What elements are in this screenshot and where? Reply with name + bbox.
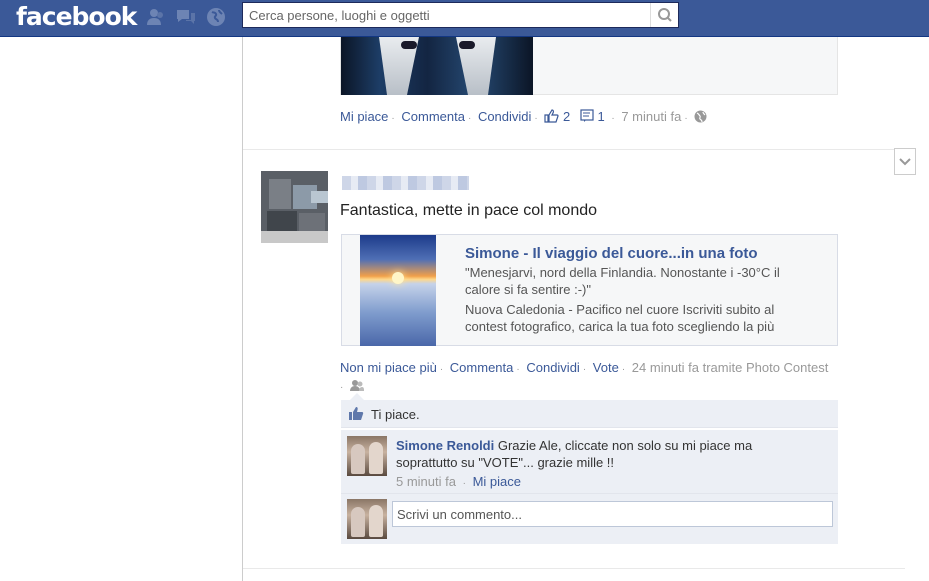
commenter-avatar[interactable]: [347, 436, 387, 476]
left-column: [0, 37, 242, 581]
vote-link[interactable]: Vote: [593, 360, 619, 375]
author-avatar[interactable]: [261, 171, 328, 243]
comments-pointer: [350, 393, 364, 400]
author-name-blurred[interactable]: [342, 176, 469, 190]
comment-body: Simone Renoldi Grazie Ale, cliccate non …: [396, 437, 816, 471]
link-title[interactable]: Simone - Il viaggio del cuore...in una f…: [465, 245, 758, 262]
friends-audience-icon[interactable]: [349, 379, 364, 392]
post-photo[interactable]: [341, 37, 533, 95]
link-caption: Nuova Caledonia - Pacifico nel cuore Isc…: [465, 302, 775, 334]
unlike-link[interactable]: Non mi piace più: [340, 360, 437, 375]
comment-meta: 5 minuti fa · Mi piace: [396, 474, 521, 489]
comment-time[interactable]: 5 minuti fa: [396, 474, 456, 489]
search-box: [242, 2, 679, 28]
search-button[interactable]: [650, 3, 678, 27]
you-like-this-label: Ti piace.: [371, 407, 420, 422]
link-attachment[interactable]: Simone - Il viaggio del cuore...in una f…: [341, 234, 838, 346]
search-input[interactable]: [243, 3, 651, 27]
story-options-button[interactable]: [894, 148, 916, 175]
comment-bubble-icon: [580, 109, 594, 122]
comment-link[interactable]: Commenta: [401, 109, 465, 124]
share-link[interactable]: Condividi: [526, 360, 579, 375]
comment-like-link[interactable]: Mi piace: [473, 474, 521, 489]
likes-sentence: Ti piace.: [341, 400, 838, 428]
comment-link[interactable]: Commenta: [450, 360, 514, 375]
search-icon: [658, 8, 672, 22]
write-comment-input[interactable]: [392, 501, 833, 527]
news-feed: Mi piace · Commenta · Condividi · 2 1 · 7 m…: [243, 37, 929, 581]
post-time[interactable]: 7 minuti fa: [621, 109, 681, 124]
facebook-logo[interactable]: facebook: [16, 0, 137, 33]
top-bar: facebook: [0, 0, 929, 37]
messages-icon[interactable]: [175, 7, 195, 27]
current-user-avatar: [347, 499, 387, 539]
commenter-name[interactable]: Simone Renoldi: [396, 438, 494, 453]
like-link[interactable]: Mi piace: [340, 109, 388, 124]
post2-action-bar: Non mi piace più · Commenta · Condividi · V…: [340, 360, 829, 375]
chevron-down-icon: [899, 158, 911, 166]
comment-count[interactable]: 1: [580, 109, 608, 124]
friend-requests-icon[interactable]: [145, 7, 165, 27]
post2-action-bar-line2: ·: [340, 378, 364, 393]
post-time-via-app[interactable]: 24 minuti fa tramite Photo Contest: [632, 360, 829, 375]
link-thumbnail[interactable]: [360, 235, 436, 346]
comment-item: Simone Renoldi Grazie Ale, cliccate non …: [341, 430, 838, 494]
notifications-globe-icon[interactable]: [206, 7, 226, 27]
story-separator: [243, 149, 905, 150]
thumbs-up-icon: [349, 407, 364, 420]
write-comment-row: [341, 494, 838, 544]
post1-action-bar: Mi piace · Commenta · Condividi · 2 1 · 7 m…: [340, 109, 707, 124]
public-globe-icon[interactable]: [694, 110, 707, 123]
thumbs-up-icon: [544, 109, 559, 123]
post-message: Fantastica, mette in pace col mondo: [340, 202, 598, 219]
share-link[interactable]: Condividi: [478, 109, 531, 124]
like-count[interactable]: 2: [544, 109, 573, 124]
link-description: "Menesjarvi, nord della Finlandia. Nonos…: [465, 265, 780, 297]
story-separator-bottom: [243, 568, 905, 569]
